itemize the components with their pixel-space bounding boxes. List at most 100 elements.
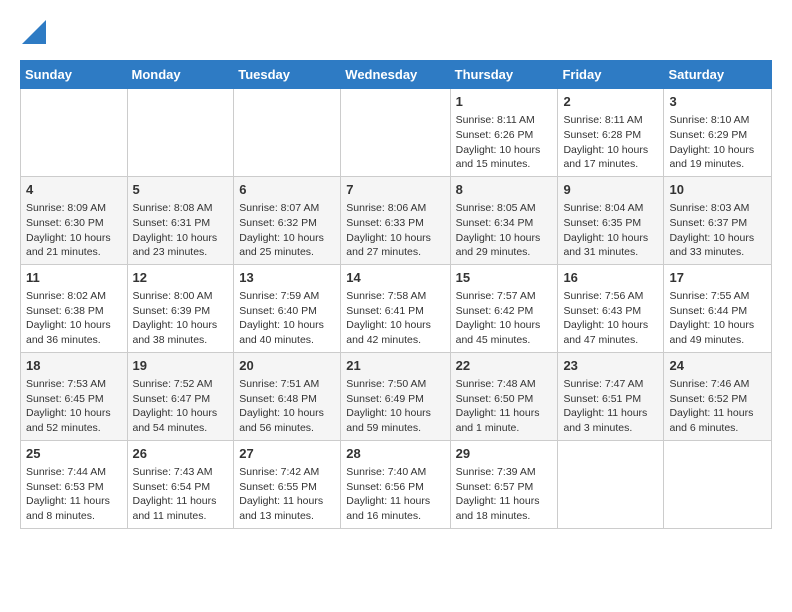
day-number: 3 xyxy=(669,93,766,111)
day-info: Sunrise: 7:42 AM Sunset: 6:55 PM Dayligh… xyxy=(239,465,335,524)
day-number: 23 xyxy=(563,357,658,375)
day-info: Sunrise: 7:46 AM Sunset: 6:52 PM Dayligh… xyxy=(669,377,766,436)
day-info: Sunrise: 8:00 AM Sunset: 6:39 PM Dayligh… xyxy=(133,289,229,348)
calendar-cell: 1Sunrise: 8:11 AM Sunset: 6:26 PM Daylig… xyxy=(450,89,558,177)
column-header-saturday: Saturday xyxy=(664,61,772,89)
calendar-cell: 7 Sunrise: 8:06 AM Sunset: 6:33 PM Daylig… xyxy=(341,176,450,264)
day-number: 21 xyxy=(346,357,444,375)
column-header-friday: Friday xyxy=(558,61,664,89)
calendar-table: SundayMondayTuesdayWednesdayThursdayFrid… xyxy=(20,60,772,529)
day-info: Sunrise: 7:58 AM Sunset: 6:41 PM Dayligh… xyxy=(346,289,444,348)
day-number: 16 xyxy=(563,269,658,287)
day-info: Sunrise: 8:04 AM Sunset: 6:35 PM Dayligh… xyxy=(563,201,658,260)
calendar-cell: 29 Sunrise: 7:39 AM Sunset: 6:57 PM Dayli… xyxy=(450,440,558,528)
calendar-week-row: 18 Sunrise: 7:53 AM Sunset: 6:45 PM Dayli… xyxy=(21,352,772,440)
column-header-thursday: Thursday xyxy=(450,61,558,89)
page-header xyxy=(20,20,772,44)
day-info: Sunrise: 8:06 AM Sunset: 6:33 PM Dayligh… xyxy=(346,201,444,260)
calendar-cell xyxy=(341,89,450,177)
day-info: Sunrise: 8:05 AM Sunset: 6:34 PM Dayligh… xyxy=(456,201,553,260)
day-info: Sunrise: 7:56 AM Sunset: 6:43 PM Dayligh… xyxy=(563,289,658,348)
day-number: 28 xyxy=(346,445,444,463)
day-number: 25 xyxy=(26,445,122,463)
column-header-wednesday: Wednesday xyxy=(341,61,450,89)
day-info: Sunrise: 8:02 AM Sunset: 6:38 PM Dayligh… xyxy=(26,289,122,348)
calendar-cell: 28 Sunrise: 7:40 AM Sunset: 6:56 PM Dayli… xyxy=(341,440,450,528)
day-info: Sunrise: 8:08 AM Sunset: 6:31 PM Dayligh… xyxy=(133,201,229,260)
day-number: 19 xyxy=(133,357,229,375)
calendar-cell: 17 Sunrise: 7:55 AM Sunset: 6:44 PM Dayli… xyxy=(664,264,772,352)
calendar-cell: 13 Sunrise: 7:59 AM Sunset: 6:40 PM Dayli… xyxy=(234,264,341,352)
day-number: 17 xyxy=(669,269,766,287)
day-number: 26 xyxy=(133,445,229,463)
day-number: 22 xyxy=(456,357,553,375)
day-info: Sunrise: 7:55 AM Sunset: 6:44 PM Dayligh… xyxy=(669,289,766,348)
day-info: Sunrise: 8:11 AM Sunset: 6:28 PM Dayligh… xyxy=(563,113,658,172)
calendar-cell xyxy=(21,89,128,177)
calendar-cell: 27Sunrise: 7:42 AM Sunset: 6:55 PM Dayli… xyxy=(234,440,341,528)
calendar-cell: 9 Sunrise: 8:04 AM Sunset: 6:35 PM Daylig… xyxy=(558,176,664,264)
day-info: Sunrise: 8:03 AM Sunset: 6:37 PM Dayligh… xyxy=(669,201,766,260)
calendar-cell: 10Sunrise: 8:03 AM Sunset: 6:37 PM Dayli… xyxy=(664,176,772,264)
day-info: Sunrise: 7:57 AM Sunset: 6:42 PM Dayligh… xyxy=(456,289,553,348)
calendar-cell: 18 Sunrise: 7:53 AM Sunset: 6:45 PM Dayli… xyxy=(21,352,128,440)
day-number: 15 xyxy=(456,269,553,287)
day-number: 18 xyxy=(26,357,122,375)
calendar-cell: 6Sunrise: 8:07 AM Sunset: 6:32 PM Daylig… xyxy=(234,176,341,264)
day-info: Sunrise: 8:10 AM Sunset: 6:29 PM Dayligh… xyxy=(669,113,766,172)
day-number: 1 xyxy=(456,93,553,111)
day-number: 5 xyxy=(133,181,229,199)
day-number: 4 xyxy=(26,181,122,199)
day-number: 29 xyxy=(456,445,553,463)
calendar-cell xyxy=(558,440,664,528)
calendar-cell: 5 Sunrise: 8:08 AM Sunset: 6:31 PM Daylig… xyxy=(127,176,234,264)
calendar-cell xyxy=(664,440,772,528)
day-info: Sunrise: 7:52 AM Sunset: 6:47 PM Dayligh… xyxy=(133,377,229,436)
column-header-sunday: Sunday xyxy=(21,61,128,89)
calendar-cell xyxy=(127,89,234,177)
day-number: 2 xyxy=(563,93,658,111)
calendar-cell: 2 Sunrise: 8:11 AM Sunset: 6:28 PM Daylig… xyxy=(558,89,664,177)
day-number: 13 xyxy=(239,269,335,287)
day-info: Sunrise: 7:50 AM Sunset: 6:49 PM Dayligh… xyxy=(346,377,444,436)
calendar-header-row: SundayMondayTuesdayWednesdayThursdayFrid… xyxy=(21,61,772,89)
calendar-cell: 24 Sunrise: 7:46 AM Sunset: 6:52 PM Dayli… xyxy=(664,352,772,440)
day-number: 9 xyxy=(563,181,658,199)
day-info: Sunrise: 7:44 AM Sunset: 6:53 PM Dayligh… xyxy=(26,465,122,524)
day-number: 24 xyxy=(669,357,766,375)
calendar-cell: 25 Sunrise: 7:44 AM Sunset: 6:53 PM Dayli… xyxy=(21,440,128,528)
calendar-cell: 3 Sunrise: 8:10 AM Sunset: 6:29 PM Daylig… xyxy=(664,89,772,177)
day-info: Sunrise: 7:43 AM Sunset: 6:54 PM Dayligh… xyxy=(133,465,229,524)
day-number: 11 xyxy=(26,269,122,287)
calendar-week-row: 4 Sunrise: 8:09 AM Sunset: 6:30 PM Daylig… xyxy=(21,176,772,264)
day-info: Sunrise: 8:09 AM Sunset: 6:30 PM Dayligh… xyxy=(26,201,122,260)
calendar-cell: 11 Sunrise: 8:02 AM Sunset: 6:38 PM Dayli… xyxy=(21,264,128,352)
calendar-cell: 16 Sunrise: 7:56 AM Sunset: 6:43 PM Dayli… xyxy=(558,264,664,352)
day-number: 7 xyxy=(346,181,444,199)
day-info: Sunrise: 7:39 AM Sunset: 6:57 PM Dayligh… xyxy=(456,465,553,524)
calendar-cell: 19 Sunrise: 7:52 AM Sunset: 6:47 PM Dayli… xyxy=(127,352,234,440)
calendar-week-row: 25 Sunrise: 7:44 AM Sunset: 6:53 PM Dayli… xyxy=(21,440,772,528)
logo xyxy=(20,20,46,44)
calendar-cell: 15 Sunrise: 7:57 AM Sunset: 6:42 PM Dayli… xyxy=(450,264,558,352)
day-number: 14 xyxy=(346,269,444,287)
calendar-cell: 14 Sunrise: 7:58 AM Sunset: 6:41 PM Dayli… xyxy=(341,264,450,352)
calendar-cell: 22Sunrise: 7:48 AM Sunset: 6:50 PM Dayli… xyxy=(450,352,558,440)
day-info: Sunrise: 8:07 AM Sunset: 6:32 PM Dayligh… xyxy=(239,201,335,260)
calendar-cell: 23 Sunrise: 7:47 AM Sunset: 6:51 PM Dayli… xyxy=(558,352,664,440)
day-number: 12 xyxy=(133,269,229,287)
logo-icon xyxy=(22,20,46,44)
column-header-monday: Monday xyxy=(127,61,234,89)
day-info: Sunrise: 7:59 AM Sunset: 6:40 PM Dayligh… xyxy=(239,289,335,348)
day-info: Sunrise: 7:47 AM Sunset: 6:51 PM Dayligh… xyxy=(563,377,658,436)
calendar-cell: 8 Sunrise: 8:05 AM Sunset: 6:34 PM Daylig… xyxy=(450,176,558,264)
calendar-week-row: 11 Sunrise: 8:02 AM Sunset: 6:38 PM Dayli… xyxy=(21,264,772,352)
calendar-cell: 4 Sunrise: 8:09 AM Sunset: 6:30 PM Daylig… xyxy=(21,176,128,264)
day-info: Sunrise: 7:40 AM Sunset: 6:56 PM Dayligh… xyxy=(346,465,444,524)
day-info: Sunrise: 7:53 AM Sunset: 6:45 PM Dayligh… xyxy=(26,377,122,436)
day-number: 20 xyxy=(239,357,335,375)
calendar-week-row: 1Sunrise: 8:11 AM Sunset: 6:26 PM Daylig… xyxy=(21,89,772,177)
day-number: 8 xyxy=(456,181,553,199)
calendar-cell xyxy=(234,89,341,177)
calendar-cell: 12 Sunrise: 8:00 AM Sunset: 6:39 PM Dayli… xyxy=(127,264,234,352)
